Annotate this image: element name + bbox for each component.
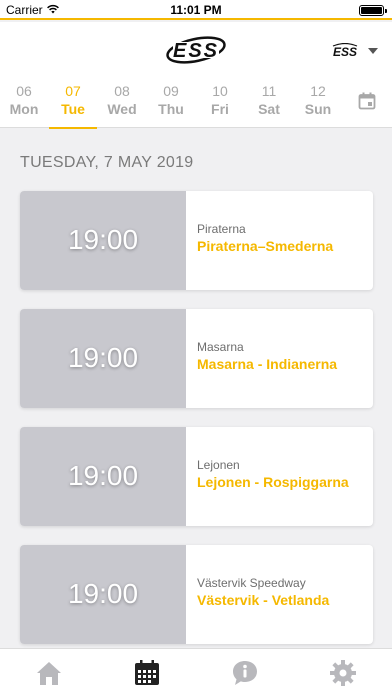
calendar-picker-icon[interactable] <box>358 92 376 110</box>
day-number: 06 <box>16 83 32 99</box>
chevron-down-icon <box>368 48 378 54</box>
day-name: Sat <box>258 101 280 117</box>
match-time: 19:00 <box>67 578 139 609</box>
gear-icon[interactable] <box>329 659 357 687</box>
match-time: 19:00 <box>67 460 139 491</box>
day-tab-06[interactable]: 06 Mon <box>0 82 48 128</box>
day-tab-09[interactable]: 09 Thu <box>147 82 195 128</box>
match-time: 19:00 <box>67 342 139 373</box>
match-title: Masarna - Indianerna <box>197 356 338 372</box>
day-name: Thu <box>158 101 184 117</box>
match-title: Lejonen - Rospiggarna <box>197 474 349 490</box>
status-time: 11:01 PM <box>170 3 222 17</box>
info-icon[interactable] <box>231 659 259 687</box>
match-title: Piraterna–Smederna <box>197 238 334 254</box>
date-heading: TUESDAY, 7 MAY 2019 <box>20 154 194 171</box>
day-name: Wed <box>107 101 137 117</box>
ess-logo: ESS <box>166 36 226 64</box>
match-home-team: Masarna <box>197 340 244 354</box>
day-number: 10 <box>212 83 228 99</box>
day-name: Fri <box>211 101 229 117</box>
day-number: 11 <box>261 83 277 99</box>
header: ESS ESS 06 Mon 07 Tue 08 Wed 09 Thu 10 F… <box>0 22 392 129</box>
day-tab-11[interactable]: 11 Sat <box>245 82 293 128</box>
match-time: 19:00 <box>67 224 139 255</box>
match-card[interactable]: 19:00 Masarna Masarna - Indianerna <box>20 309 373 408</box>
match-title: Västervik - Vetlanda <box>197 592 330 608</box>
day-number: 12 <box>310 83 326 99</box>
day-tab-10[interactable]: 10 Fri <box>196 82 244 128</box>
day-tab-12[interactable]: 12 Sun <box>294 82 342 128</box>
svg-text:ESS: ESS <box>333 45 357 59</box>
day-tab-08[interactable]: 08 Wed <box>98 82 146 128</box>
svg-text:ESS: ESS <box>173 40 219 62</box>
calendar-icon[interactable] <box>133 659 161 687</box>
day-number: 07 <box>65 83 81 99</box>
match-card[interactable]: 19:00 Lejonen Lejonen - Rospiggarna <box>20 427 373 526</box>
day-number: 08 <box>114 83 130 99</box>
day-name: Mon <box>9 101 39 117</box>
day-name: Sun <box>304 101 332 117</box>
day-number: 09 <box>163 83 179 99</box>
match-home-team: Lejonen <box>197 458 240 472</box>
match-card[interactable]: 19:00 Västervik Speedway Västervik - Vet… <box>20 545 373 644</box>
status-bar: Carrier 11:01 PM <box>0 0 392 20</box>
match-home-team: Piraterna <box>197 222 246 236</box>
match-home-team: Västervik Speedway <box>197 576 306 590</box>
home-icon[interactable] <box>35 659 63 687</box>
match-card[interactable]: 19:00 Piraterna Piraterna–Smederna <box>20 191 373 290</box>
day-name: Tue <box>61 101 85 117</box>
day-tab-07[interactable]: 07 Tue <box>49 82 97 129</box>
day-selector: 06 Mon 07 Tue 08 Wed 09 Thu 10 Fri 11 Sa… <box>0 82 392 129</box>
tab-bar <box>0 648 392 696</box>
battery-icon <box>359 5 387 16</box>
league-logo: ESS <box>332 43 358 59</box>
league-selector[interactable]: ESS <box>330 42 378 60</box>
